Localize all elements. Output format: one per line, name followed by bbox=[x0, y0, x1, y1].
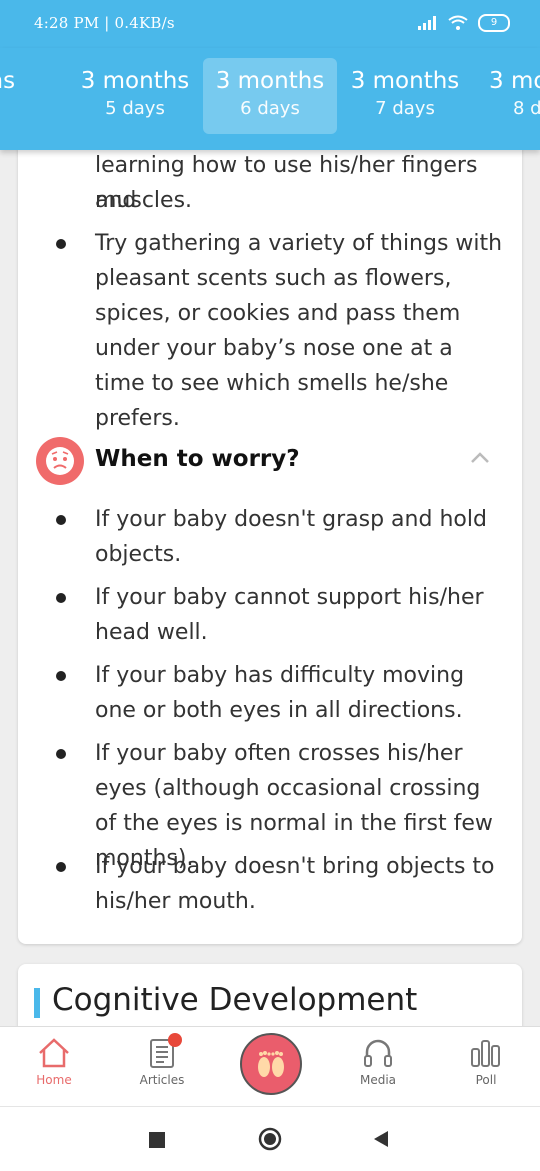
tab-days-label: 6 days bbox=[240, 98, 300, 119]
wifi-icon bbox=[448, 15, 468, 30]
worry-section-title: When to worry? bbox=[95, 446, 300, 472]
bottom-nav: Home Articles Media Poll bbox=[0, 1026, 540, 1107]
worry-item: If your baby doesn't bring objects to hi… bbox=[95, 854, 495, 914]
back-triangle-icon[interactable] bbox=[372, 1129, 390, 1149]
home-icon bbox=[39, 1038, 69, 1068]
worry-item: If your baby has difficulty moving one o… bbox=[95, 663, 465, 723]
chevron-up-icon[interactable] bbox=[470, 450, 490, 464]
nav-home[interactable]: Home bbox=[4, 1037, 104, 1087]
development-card: learning how to use his/her fingers and … bbox=[18, 140, 522, 944]
nav-media-label: Media bbox=[359, 1073, 397, 1087]
recents-square-icon[interactable] bbox=[148, 1131, 166, 1149]
headphones-icon bbox=[364, 1039, 392, 1067]
bullet-dot bbox=[56, 671, 66, 681]
tab-days-label: 7 days bbox=[375, 98, 435, 119]
notification-badge bbox=[168, 1033, 182, 1047]
tab-months-label: 3 months bbox=[215, 68, 325, 94]
tab-age-3m-7d[interactable]: 3 months 7 days bbox=[338, 58, 472, 134]
tab-months-label: 3 mo bbox=[489, 68, 540, 94]
bullet-dot bbox=[56, 862, 66, 872]
signal-icon bbox=[418, 16, 436, 30]
age-tabbar: onths ays 3 months 5 days 3 months 6 day… bbox=[0, 48, 540, 150]
tab-months-label: 3 months bbox=[350, 68, 460, 94]
tab-age-3m-5d[interactable]: 3 months 5 days bbox=[68, 58, 202, 134]
center-feet-button[interactable] bbox=[240, 1033, 302, 1095]
nav-poll[interactable]: Poll bbox=[436, 1037, 536, 1087]
bullet-dot bbox=[56, 749, 66, 759]
tab-age-previous[interactable]: onths ays bbox=[0, 58, 50, 134]
poll-bars-icon bbox=[471, 1040, 500, 1067]
tab-days-label: 8 d bbox=[513, 98, 540, 119]
status-bar: 4:28 PM | 0.4KB/s 9 bbox=[0, 0, 540, 48]
status-text: 4:28 PM | 0.4KB/s bbox=[34, 14, 175, 32]
battery-icon: 9 bbox=[478, 14, 510, 32]
nav-articles[interactable]: Articles bbox=[112, 1037, 212, 1087]
worry-item: If your baby cannot support his/her head… bbox=[95, 585, 484, 645]
tab-age-3m-8d[interactable]: 3 mo 8 d bbox=[473, 58, 540, 134]
tab-months-label: 3 months bbox=[80, 68, 190, 94]
tip-item: Try gathering a variety of things with p… bbox=[95, 231, 503, 431]
tab-days-label: ays bbox=[0, 98, 50, 119]
bullet-dot bbox=[56, 593, 66, 603]
home-circle-icon[interactable] bbox=[258, 1127, 282, 1151]
nav-articles-label: Articles bbox=[139, 1073, 185, 1087]
bullet-dot bbox=[56, 239, 66, 249]
tab-age-3m-6d[interactable]: 3 months 6 days bbox=[203, 58, 337, 134]
worry-item: If your baby doesn't grasp and hold obje… bbox=[95, 507, 487, 567]
nav-home-label: Home bbox=[36, 1073, 72, 1087]
baby-feet-icon bbox=[258, 1051, 284, 1077]
tip-text-partial: muscles. bbox=[95, 188, 193, 213]
bullet-dot bbox=[56, 515, 66, 525]
tab-months-label: onths bbox=[0, 68, 16, 94]
nav-media[interactable]: Media bbox=[328, 1037, 428, 1087]
status-icons: 9 bbox=[418, 14, 510, 32]
worried-face-icon bbox=[36, 437, 84, 485]
system-nav-bar bbox=[0, 1106, 540, 1171]
section-accent-bar bbox=[34, 988, 40, 1018]
section-title: Cognitive Development bbox=[52, 982, 418, 1018]
nav-poll-label: Poll bbox=[475, 1073, 497, 1087]
tab-days-label: 5 days bbox=[105, 98, 165, 119]
